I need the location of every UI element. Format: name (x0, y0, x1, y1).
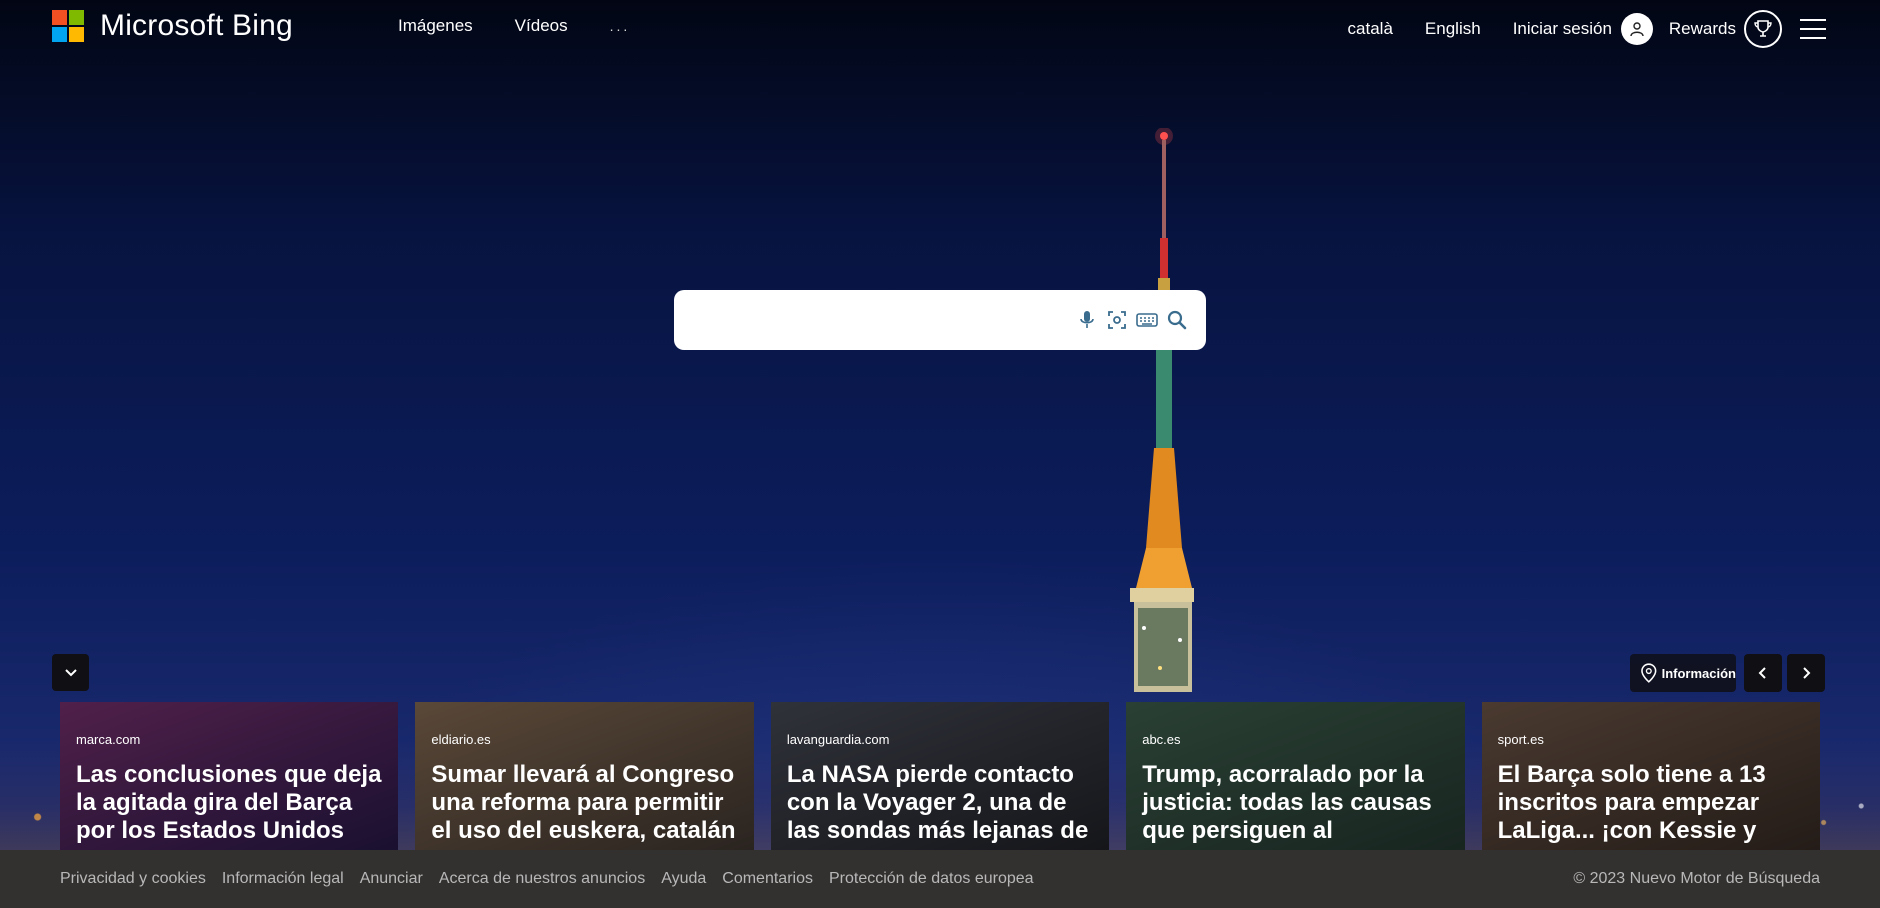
news-cards: marca.com Las conclusiones que deja la a… (60, 702, 1821, 850)
news-title: Trump, acorralado por la justicia: todas… (1142, 761, 1432, 844)
keyboard-icon[interactable] (1136, 309, 1158, 331)
news-source: sport.es (1497, 732, 1544, 747)
footer: Privacidad y cookies Información legal A… (0, 850, 1880, 908)
news-title: La NASA pierde contacto con la Voyager 2… (786, 761, 1089, 844)
news-source: lavanguardia.com (786, 732, 890, 747)
news-card[interactable]: abc.es Trump, acorralado por la justicia… (1126, 702, 1465, 850)
news-card[interactable]: sport.es El Barça solo tiene a 13 inscri… (1481, 702, 1821, 850)
news-card[interactable]: eldiario.es Sumar llevará al Congreso un… (415, 702, 754, 850)
copyright: © 2023 Nuevo Motor de Búsqueda (1573, 870, 1820, 887)
footer-link-help[interactable]: Ayuda (661, 870, 706, 888)
right-nav: català English Iniciar sesión Rewards (1316, 10, 1826, 48)
news-source: eldiario.es (431, 732, 491, 747)
top-header: Microsoft Bing Imágenes Vídeos ... catal… (0, 0, 1880, 52)
nav-videos[interactable]: Vídeos (515, 16, 568, 36)
news-source: abc.es (1142, 732, 1181, 747)
nav-more[interactable]: ... (610, 18, 631, 36)
rewards-label: Rewards (1668, 19, 1736, 38)
chevron-left-icon (1758, 667, 1766, 679)
lang-english[interactable]: English (1425, 19, 1481, 39)
location-pin-icon (1641, 663, 1657, 683)
footer-link-feedback[interactable]: Comentarios (722, 870, 813, 888)
lang-catalan[interactable]: català (1348, 19, 1393, 39)
news-title: Sumar llevará al Congreso una reforma pa… (431, 761, 736, 844)
rewards-trophy-icon (1744, 10, 1782, 48)
rewards-button[interactable]: Rewards (1669, 10, 1782, 48)
footer-link-legal[interactable]: Información legal (222, 870, 344, 888)
news-title: Las conclusiones que deja la agitada gir… (76, 761, 382, 844)
footer-links: Privacidad y cookies Información legal A… (60, 870, 1034, 888)
footer-link-advertise[interactable]: Anunciar (360, 870, 423, 888)
footer-link-privacy[interactable]: Privacidad y cookies (60, 870, 206, 888)
microphone-icon[interactable] (1076, 309, 1098, 331)
image-info-button[interactable]: Información (1630, 654, 1736, 692)
footer-link-about-ads[interactable]: Acerca de nuestros anuncios (439, 870, 645, 888)
news-card[interactable]: lavanguardia.com La NASA pierde contacto… (770, 702, 1110, 850)
signin-button[interactable]: Iniciar sesión (1513, 13, 1653, 45)
user-icon (1620, 13, 1653, 45)
menu-icon[interactable] (1800, 19, 1826, 39)
news-source: marca.com (76, 732, 141, 747)
chevron-right-icon (1803, 667, 1811, 679)
brand-name: Microsoft Bing (100, 9, 293, 42)
previous-image-button[interactable] (1744, 654, 1782, 692)
collapse-feed-button[interactable] (52, 654, 89, 691)
brand[interactable]: Microsoft Bing (52, 9, 293, 43)
search-box (674, 290, 1206, 350)
top-nav: Imágenes Vídeos ... (398, 16, 672, 36)
next-image-button[interactable] (1787, 654, 1825, 692)
news-card[interactable]: marca.com Las conclusiones que deja la a… (60, 702, 399, 850)
visual-search-icon[interactable] (1106, 309, 1128, 331)
microsoft-logo-icon (52, 10, 84, 42)
search-icon[interactable] (1166, 309, 1188, 331)
nav-images[interactable]: Imágenes (398, 16, 473, 36)
search-input[interactable] (674, 290, 1076, 350)
chevron-down-icon (64, 668, 77, 676)
news-title: El Barça solo tiene a 13 inscritos para … (1497, 761, 1766, 844)
footer-link-eu-data[interactable]: Protección de datos europea (829, 870, 1034, 888)
info-label: Información (1661, 665, 1736, 681)
signin-label: Iniciar sesión (1512, 19, 1612, 38)
tower-illustration (1130, 128, 1194, 692)
